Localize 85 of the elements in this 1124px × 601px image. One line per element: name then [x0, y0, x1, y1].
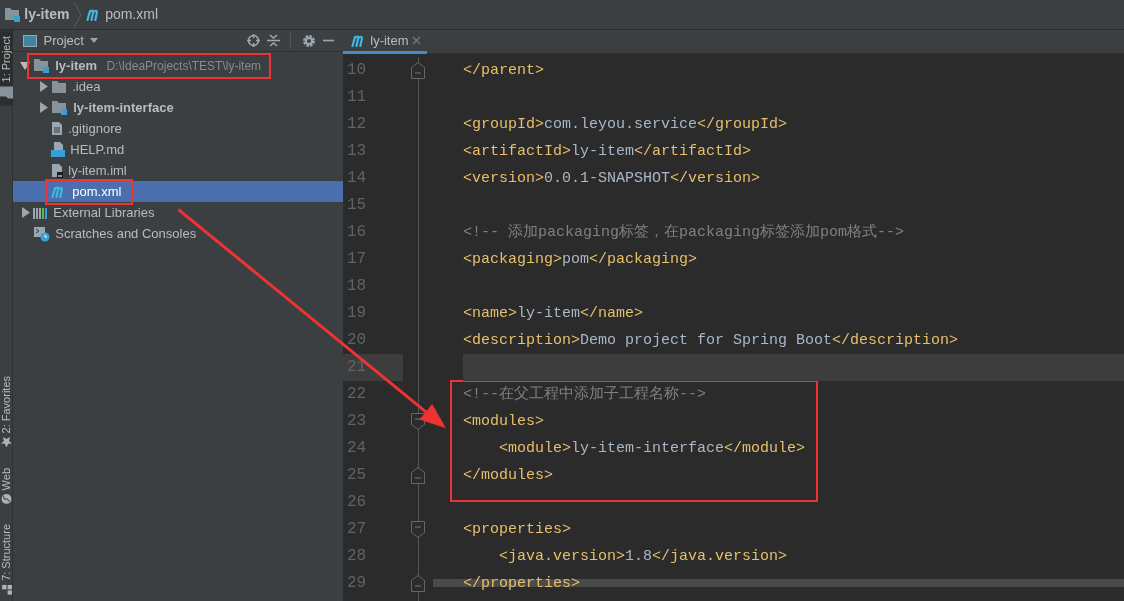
- breadcrumb[interactable]: pom.xml: [105, 4, 159, 25]
- editor-tab[interactable]: ly-item: [343, 30, 427, 54]
- tool-window-tab[interactable]: 1: Project: [0, 30, 13, 106]
- line-number: 19: [346, 303, 368, 325]
- line-number: 16: [346, 222, 368, 244]
- locate-icon[interactable]: [247, 34, 260, 47]
- line-number: 25: [346, 465, 368, 487]
- fold-end-icon[interactable]: [411, 575, 425, 593]
- tool-window-tab[interactable]: Web: [0, 461, 13, 511]
- tree-item[interactable]: ly-item-interface: [13, 97, 343, 119]
- dropdown-caret-icon[interactable]: [90, 38, 99, 43]
- breadcrumb[interactable]: ly-item: [24, 4, 70, 25]
- collapse-all-icon[interactable]: [266, 34, 280, 47]
- code-line: <description>Demo project for Spring Boot</description>: [463, 331, 959, 352]
- line-number: 12: [346, 114, 368, 136]
- line-number: 18: [346, 276, 368, 298]
- line-number: 26: [346, 492, 368, 514]
- code-line: </properties>: [463, 574, 581, 595]
- tree-item[interactable]: .gitignore: [13, 118, 343, 140]
- line-number: 27: [346, 519, 368, 541]
- line-number: 14: [346, 168, 368, 190]
- tree-item-label: ly-item-interface: [72, 99, 175, 117]
- path-hint: D:\IdeaProjects\TEST\ly-item: [106, 57, 262, 75]
- line-number: 22: [346, 384, 368, 406]
- tree-item-label: HELP.md: [69, 141, 126, 159]
- line-number: 15: [346, 195, 368, 217]
- tree-item[interactable]: ly-item.iml: [13, 160, 343, 182]
- code-line: <packaging>pom</packaging>: [463, 250, 698, 271]
- code-line: <!--在父工程中添加子工程名称-->: [463, 384, 706, 406]
- tree-item-label: Scratches and Consoles: [54, 225, 198, 243]
- panel-title[interactable]: Project: [43, 30, 84, 51]
- libraries-icon: [33, 205, 48, 220]
- folder-icon: [0, 85, 15, 100]
- line-number: 11: [346, 87, 368, 109]
- code-line: <java.version>1.8</java.version>: [498, 547, 788, 568]
- line-number: 28: [346, 546, 368, 568]
- panel-icon: [23, 34, 37, 47]
- module-file-icon: [51, 163, 63, 179]
- fold-end-icon[interactable]: [411, 62, 425, 80]
- tree-item-label: pom.xml: [71, 183, 123, 201]
- line-number: 29: [346, 573, 368, 595]
- fold-end-icon[interactable]: [411, 467, 425, 485]
- line-number: 17: [346, 249, 368, 271]
- code-line: <!-- 添加packaging标签，在packaging标签添加pom格式-->: [463, 222, 905, 244]
- tree-item-label: .idea: [71, 78, 102, 96]
- tool-window-tab[interactable]: 2: Favorites: [0, 370, 13, 454]
- code-line: <name>ly-item</name>: [463, 304, 644, 325]
- close-icon[interactable]: [411, 36, 421, 45]
- tree-item[interactable]: ly-item D:\IdeaProjects\TEST\ly-item: [13, 55, 343, 77]
- tree-item[interactable]: Scratches and Consoles: [13, 223, 343, 245]
- tree-item-label: ly-item.iml: [67, 162, 128, 180]
- code-line: <version>0.0.1-SNAPSHOT</version>: [463, 169, 761, 190]
- star-icon: [1, 436, 12, 448]
- code-line: </parent>: [463, 61, 544, 82]
- breadcrumb-separator: [72, 0, 83, 30]
- markdown-file-icon: [51, 142, 65, 158]
- module-folder-icon: [4, 7, 21, 22]
- tree-item-label: External Libraries: [52, 204, 156, 222]
- module-folder-icon: [33, 58, 50, 74]
- code-line: <groupId>com.leyou.service</groupId>: [463, 115, 788, 136]
- line-number: 24: [346, 438, 368, 460]
- line-number: 10: [346, 60, 368, 82]
- tree-item[interactable]: HELP.md: [13, 139, 343, 161]
- line-number: 23: [346, 411, 368, 433]
- tool-window-tab[interactable]: 7: Structure: [0, 518, 13, 601]
- file-icon: [51, 121, 63, 137]
- fold-start-icon[interactable]: [411, 521, 425, 539]
- code-line: </modules>: [463, 466, 553, 487]
- code-line: <module>ly-item-interface</module>: [498, 439, 806, 460]
- fold-start-icon[interactable]: [411, 413, 425, 431]
- line-number: 20: [346, 330, 368, 352]
- tree-item-label: .gitignore: [67, 120, 123, 138]
- tree-item-label: ly-item: [54, 57, 99, 75]
- module-folder-icon: [51, 100, 68, 116]
- code-line: <artifactId>ly-item</artifactId>: [463, 142, 752, 163]
- tree-item[interactable]: pom.xml: [13, 181, 343, 203]
- code-line: <modules>: [463, 412, 544, 433]
- tree-item[interactable]: External Libraries: [13, 202, 343, 224]
- structure-icon: [1, 584, 12, 595]
- folder-icon: [51, 79, 67, 94]
- line-number: 13: [346, 141, 368, 163]
- settings-icon[interactable]: [301, 33, 316, 48]
- code-line: <properties>: [463, 520, 572, 541]
- scratches-icon: [33, 225, 50, 242]
- tree-item[interactable]: .idea: [13, 76, 343, 98]
